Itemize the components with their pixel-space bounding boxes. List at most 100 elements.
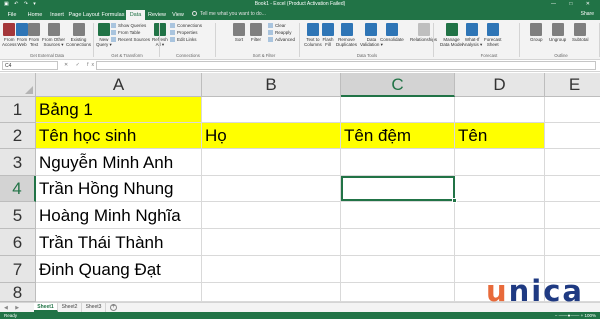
- tab-page-layout[interactable]: Page Layout: [68, 10, 100, 20]
- cell-c3[interactable]: [341, 149, 455, 176]
- access-button[interactable]: From Access: [2, 23, 17, 47]
- connections-small-button[interactable]: Connections: [170, 23, 202, 29]
- cell-c8[interactable]: [341, 283, 455, 302]
- row-header-5[interactable]: 5: [0, 202, 36, 229]
- formula-input[interactable]: [96, 61, 596, 70]
- tab-home[interactable]: Home: [24, 10, 46, 20]
- cell-a2[interactable]: Tên học sinh: [36, 123, 202, 149]
- cell-a4[interactable]: Trần Hồng Nhung: [36, 176, 202, 202]
- what-if-button[interactable]: What-If Analysis ▾: [462, 23, 482, 47]
- cell-b5[interactable]: [202, 202, 341, 229]
- group-button[interactable]: Group: [530, 23, 543, 42]
- row-header-3[interactable]: 3: [0, 149, 36, 176]
- cell-b1[interactable]: [202, 97, 341, 123]
- formula-buttons[interactable]: ✕ ✓ fx: [64, 61, 97, 70]
- text-file-button[interactable]: From Text: [28, 23, 40, 47]
- ungroup-button[interactable]: Ungroup: [549, 23, 566, 42]
- web-button[interactable]: From Web: [16, 23, 28, 47]
- cell-e5[interactable]: [545, 202, 600, 229]
- row-header-8[interactable]: 8: [0, 283, 36, 302]
- select-all-button[interactable]: [0, 73, 36, 97]
- column-header-a[interactable]: A: [36, 73, 202, 97]
- cell-a1[interactable]: Bảng 1: [36, 97, 202, 123]
- sheet-tab-sheet3[interactable]: Sheet3: [82, 303, 106, 312]
- cell-c6[interactable]: [341, 229, 455, 256]
- cell-b6[interactable]: [202, 229, 341, 256]
- cell-c2[interactable]: Tên đệm: [341, 123, 455, 149]
- cell-a8[interactable]: [36, 283, 202, 302]
- active-cell-c4[interactable]: [341, 176, 457, 203]
- tell-me-box[interactable]: Tell me what you want to do...: [192, 10, 266, 19]
- tab-formulas[interactable]: Formulas: [101, 10, 125, 20]
- cell-e4[interactable]: [545, 176, 600, 202]
- edit-links-button[interactable]: Edit Links: [170, 37, 197, 43]
- cell-b4[interactable]: [202, 176, 341, 202]
- connections-button[interactable]: Existing Connections: [66, 23, 91, 47]
- cell-d1[interactable]: [455, 97, 545, 123]
- new-query-button[interactable]: New Query ▾: [96, 23, 112, 47]
- column-header-e[interactable]: E: [545, 73, 600, 97]
- tab-review[interactable]: Review: [146, 10, 168, 20]
- cell-b2[interactable]: Họ: [202, 123, 341, 149]
- cell-c7[interactable]: [341, 256, 455, 283]
- cell-d6[interactable]: [455, 229, 545, 256]
- advanced-button[interactable]: Advanced: [268, 37, 295, 43]
- subtotal-button[interactable]: Subtotal: [572, 23, 589, 42]
- text-to-columns-button[interactable]: Text to Columns: [304, 23, 322, 47]
- tab-view[interactable]: View: [169, 10, 187, 20]
- recent-sources-button[interactable]: Recent Sources: [111, 37, 150, 43]
- clear-button[interactable]: Clear: [268, 23, 286, 29]
- reapply-button[interactable]: Reapply: [268, 30, 292, 36]
- row-header-2[interactable]: 2: [0, 123, 36, 149]
- cell-e2[interactable]: [545, 123, 600, 149]
- remove-duplicates-button[interactable]: Remove Duplicates: [336, 23, 357, 47]
- fill-handle[interactable]: [452, 198, 457, 203]
- column-header-b[interactable]: B: [202, 73, 341, 97]
- cell-a5[interactable]: Hoàng Minh Nghĩa: [36, 202, 202, 229]
- row-header-6[interactable]: 6: [0, 229, 36, 256]
- row-header-4[interactable]: 4: [0, 176, 36, 202]
- from-table-button[interactable]: From Table: [111, 30, 140, 36]
- tab-data[interactable]: Data: [126, 10, 145, 20]
- window-controls[interactable]: — □ ✕: [551, 0, 596, 9]
- consolidate-button[interactable]: Consolidate: [380, 23, 404, 42]
- cell-d4[interactable]: [455, 176, 545, 202]
- name-box[interactable]: C4: [2, 61, 58, 70]
- column-header-c[interactable]: C: [341, 73, 455, 97]
- tab-insert[interactable]: Insert: [47, 10, 67, 20]
- cell-b7[interactable]: [202, 256, 341, 283]
- cell-e3[interactable]: [545, 149, 600, 176]
- properties-button[interactable]: Properties: [170, 30, 198, 36]
- add-sheet-icon[interactable]: +: [110, 304, 117, 311]
- cell-d3[interactable]: [455, 149, 545, 176]
- column-header-d[interactable]: D: [455, 73, 545, 97]
- cell-a3[interactable]: Nguyễn Minh Anh: [36, 149, 202, 176]
- sheet-tab-sheet2[interactable]: Sheet2: [58, 303, 82, 312]
- flash-fill-button[interactable]: Flash Fill: [322, 23, 334, 47]
- tab-file[interactable]: File: [2, 10, 22, 20]
- cell-e1[interactable]: [545, 97, 600, 123]
- cell-e6[interactable]: [545, 229, 600, 256]
- cell-a6[interactable]: Trần Thái Thành: [36, 229, 202, 256]
- ribbon-item-label: Edit Links: [177, 37, 197, 42]
- show-queries-button[interactable]: Show Queries: [111, 23, 146, 29]
- cell-d2[interactable]: Tên: [455, 123, 545, 149]
- database-button[interactable]: From Other Sources ▾: [42, 23, 65, 47]
- row-header-7[interactable]: 7: [0, 256, 36, 283]
- filter-icon: [250, 23, 262, 36]
- sort-az-button[interactable]: Sort: [233, 23, 245, 42]
- sheet-tab-sheet1[interactable]: Sheet1: [34, 303, 58, 312]
- cell-c5[interactable]: [341, 202, 455, 229]
- data-model-button[interactable]: Manage Data Model: [440, 23, 463, 47]
- sheet-nav-arrows-icon[interactable]: ◀ ▶: [4, 304, 22, 312]
- cell-b3[interactable]: [202, 149, 341, 176]
- cell-a7[interactable]: Đinh Quang Đạt: [36, 256, 202, 283]
- cell-b8[interactable]: [202, 283, 341, 302]
- cell-c1[interactable]: [341, 97, 455, 123]
- forecast-button[interactable]: Forecast Sheet: [484, 23, 502, 47]
- share-button[interactable]: Share: [581, 10, 594, 19]
- cell-d5[interactable]: [455, 202, 545, 229]
- row-header-1[interactable]: 1: [0, 97, 36, 123]
- filter-button[interactable]: Filter: [250, 23, 262, 42]
- zoom-control[interactable]: − ——●—— + 100%: [555, 312, 596, 319]
